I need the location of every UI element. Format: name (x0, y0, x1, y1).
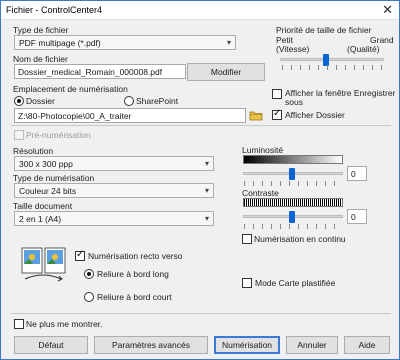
window-title: Fichier - ControlCenter4 (6, 5, 103, 15)
scan-path-value: Z:\80-Photocopie\00_A_traiter (18, 111, 132, 121)
brightness-gradient (243, 155, 343, 164)
duplex-checkbox[interactable] (75, 249, 85, 261)
contrast-pattern (243, 198, 343, 207)
file-type-label: Type de fichier (13, 25, 69, 35)
show-folder-label: Afficher Dossier (285, 110, 345, 120)
pre-scan-label: Pré-numérisation (26, 130, 91, 140)
chevron-down-icon: ▾ (204, 159, 209, 168)
folder-radio[interactable] (14, 96, 24, 106)
document-size-select[interactable]: 2 en 1 (A4) ▾ (14, 211, 214, 226)
scan-type-value: Couleur 24 bits (19, 186, 77, 196)
file-name-value: Dossier_medical_Romain_000008.pdf (18, 67, 163, 77)
dialog-window: Fichier - ControlCenter4 ✕ Type de fichi… (0, 0, 400, 360)
show-save-window-label-2: sous (285, 97, 303, 107)
separator-bottom (11, 313, 391, 314)
contrast-label: Contraste (242, 188, 279, 198)
scan-type-select[interactable]: Couleur 24 bits ▾ (14, 183, 214, 198)
contrast-value-field[interactable]: 0 (347, 209, 367, 224)
file-name-field[interactable]: Dossier_medical_Romain_000008.pdf (14, 64, 186, 79)
folder-icon[interactable] (249, 109, 263, 121)
brightness-label: Luminosité (242, 145, 284, 155)
folder-radio-label: Dossier (26, 96, 55, 106)
chevron-down-icon: ▾ (204, 214, 209, 223)
long-edge-radio[interactable] (84, 269, 94, 279)
plastic-card-checkbox[interactable] (242, 278, 252, 288)
help-button[interactable]: Aide (344, 336, 390, 354)
resolution-select[interactable]: 300 x 300 ppp ▾ (14, 156, 214, 171)
file-size-speed-label: (Vitesse) (276, 44, 310, 54)
resolution-value: 300 x 300 ppp (19, 159, 73, 169)
separator-top (11, 125, 391, 126)
resolution-label: Résolution (13, 146, 54, 156)
chevron-down-icon: ▾ (226, 38, 231, 47)
contrast-slider-thumb[interactable] (289, 211, 295, 223)
continuous-scan-label: Numérisation en continu (254, 234, 346, 244)
scan-button[interactable]: Numérisation (214, 336, 280, 354)
duplex-label: Numérisation recto verso (88, 251, 183, 261)
file-type-select[interactable]: PDF multipage (*.pdf) ▾ (14, 35, 236, 50)
sharepoint-radio-label: SharePoint (136, 96, 179, 106)
file-size-slider-ticks (282, 65, 384, 70)
show-folder-checkbox[interactable] (272, 108, 282, 120)
contrast-value: 0 (351, 212, 356, 222)
brightness-slider-ticks (244, 181, 343, 186)
cancel-button[interactable]: Annuler (286, 336, 338, 354)
dont-show-again-label: Ne plus me montrer. (26, 319, 103, 329)
close-icon[interactable]: ✕ (382, 3, 393, 17)
long-edge-label: Reliure à bord long (97, 269, 169, 279)
document-size-value: 2 en 1 (A4) (19, 214, 62, 224)
file-size-slider-track[interactable] (280, 58, 384, 61)
advanced-settings-button[interactable]: Paramètres avancés (94, 336, 208, 354)
title-bar: Fichier - ControlCenter4 ✕ (1, 1, 399, 20)
brightness-value: 0 (351, 169, 356, 179)
file-size-quality-label: (Qualité) (347, 44, 380, 54)
default-button[interactable]: Défaut (14, 336, 88, 354)
plastic-card-label: Mode Carte plastifiée (255, 278, 336, 288)
brightness-slider-thumb[interactable] (289, 168, 295, 180)
document-size-label: Taille document (13, 201, 73, 211)
dont-show-again-checkbox[interactable] (14, 319, 24, 329)
show-save-window-checkbox[interactable] (272, 89, 282, 99)
scan-location-label: Emplacement de numérisation (13, 84, 128, 94)
file-type-value: PDF multipage (*.pdf) (19, 38, 101, 48)
scan-path-field[interactable]: Z:\80-Photocopie\00_A_traiter (14, 108, 246, 123)
duplex-pages-icon (21, 247, 66, 282)
short-edge-radio[interactable] (84, 292, 94, 302)
file-name-label: Nom de fichier (13, 54, 68, 64)
chevron-down-icon: ▾ (204, 186, 209, 195)
brightness-value-field[interactable]: 0 (347, 166, 367, 181)
continuous-scan-checkbox[interactable] (242, 234, 252, 244)
file-size-priority-label: Priorité de taille de fichier (276, 25, 372, 35)
scan-type-label: Type de numérisation (13, 173, 95, 183)
contrast-slider-ticks (244, 224, 343, 229)
pre-scan-checkbox[interactable] (14, 130, 24, 140)
short-edge-label: Reliure à bord court (97, 292, 172, 302)
modify-button[interactable]: Modifier (187, 63, 265, 81)
sharepoint-radio[interactable] (124, 96, 134, 106)
